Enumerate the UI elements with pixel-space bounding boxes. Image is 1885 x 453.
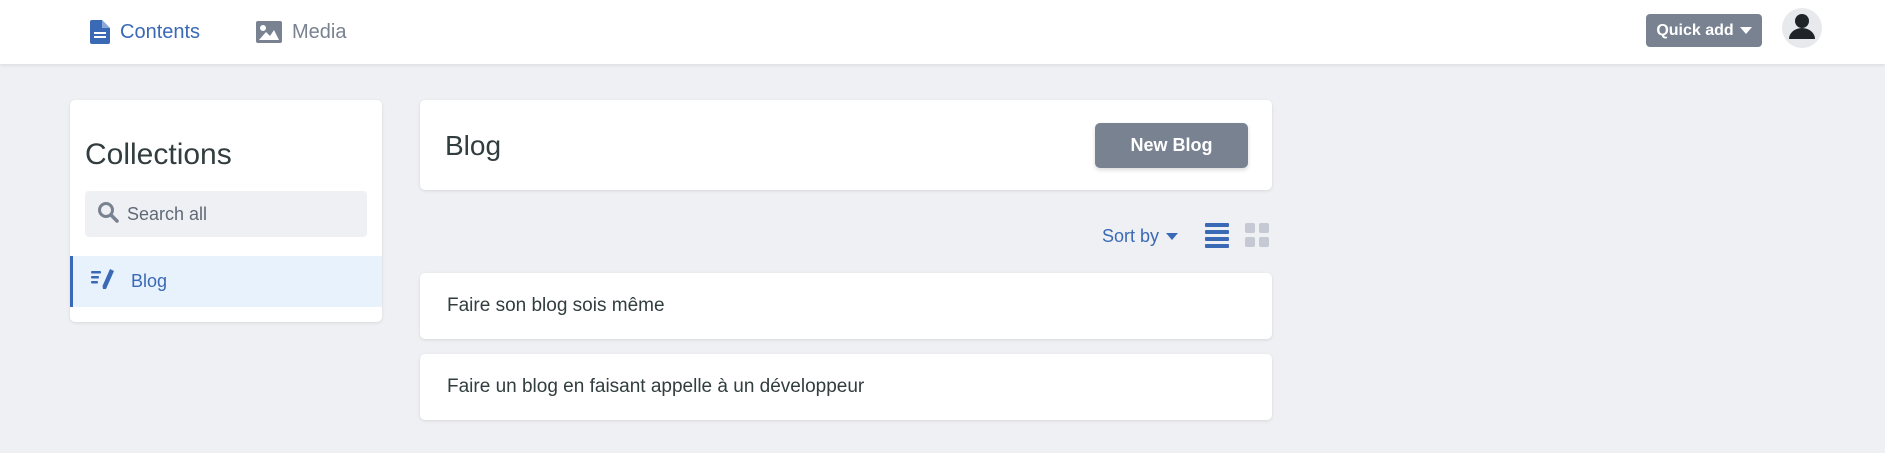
page-title: Blog — [445, 130, 502, 161]
entry-title: Faire un blog en faisant appelle à un dé… — [447, 376, 865, 397]
user-icon — [1787, 11, 1817, 46]
tab-media[interactable]: Media — [256, 14, 346, 50]
search-box[interactable] — [85, 191, 367, 237]
document-icon — [90, 20, 110, 44]
tab-contents-label: Contents — [120, 20, 201, 43]
image-icon — [256, 21, 282, 43]
top-navigation-bar: Contents Media Quick add — [0, 0, 1885, 64]
sort-by-label: Sort by — [1102, 225, 1160, 246]
sort-by-dropdown[interactable]: Sort by — [1102, 225, 1179, 247]
tab-media-label: Media — [292, 20, 347, 43]
search-icon — [97, 201, 119, 228]
sidebar-item-blog[interactable]: Blog — [70, 256, 382, 307]
list-view-icon[interactable] — [1205, 222, 1229, 253]
collection-header: Blog New Blog — [420, 100, 1272, 190]
chevron-down-icon — [1166, 232, 1179, 240]
grid-view-icon[interactable] — [1245, 223, 1269, 252]
sidebar-item-label: Blog — [131, 271, 168, 291]
avatar[interactable] — [1782, 8, 1822, 48]
quick-add-button[interactable]: Quick add — [1646, 14, 1762, 47]
search-input[interactable] — [127, 203, 367, 225]
write-icon — [91, 268, 115, 295]
list-item[interactable]: Faire son blog sois même — [420, 273, 1272, 339]
chevron-down-icon — [1739, 27, 1752, 34]
sidebar-title: Collections — [85, 138, 232, 171]
list-item[interactable]: Faire un blog en faisant appelle à un dé… — [420, 354, 1272, 420]
tab-contents[interactable]: Contents — [90, 14, 200, 50]
entry-title: Faire son blog sois même — [447, 295, 665, 316]
collections-sidebar: Collections Blog — [70, 100, 382, 322]
quick-add-label: Quick add — [1656, 21, 1734, 39]
new-blog-button[interactable]: New Blog — [1095, 123, 1248, 168]
